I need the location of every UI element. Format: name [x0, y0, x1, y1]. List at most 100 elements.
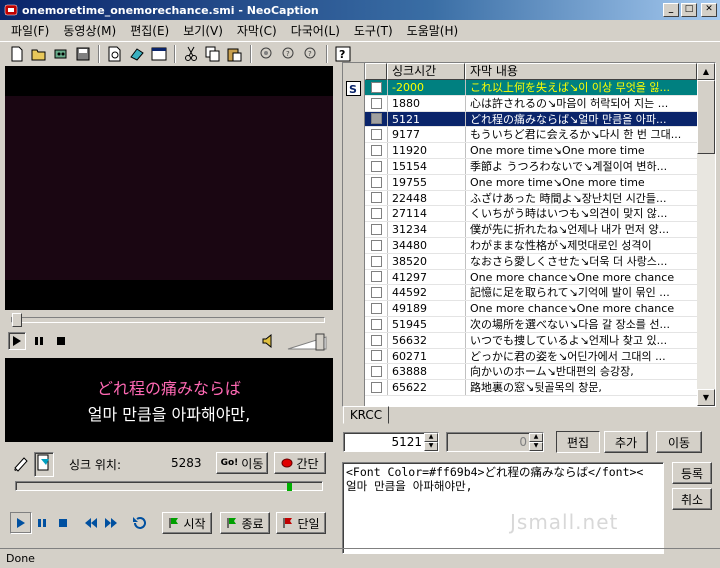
- menu-file[interactable]: 파일(F): [4, 22, 56, 39]
- play-icon[interactable]: [8, 332, 26, 350]
- window-icon[interactable]: [148, 43, 170, 65]
- row-checkbox[interactable]: [370, 255, 382, 267]
- copy-icon[interactable]: [202, 43, 224, 65]
- single-button[interactable]: 단일: [276, 512, 326, 534]
- cut-icon[interactable]: [180, 43, 202, 65]
- scroll-thumb[interactable]: [697, 80, 715, 154]
- move-button[interactable]: 이동: [656, 431, 702, 453]
- menu-tools[interactable]: 도구(T): [347, 22, 400, 39]
- sync-time-spinner[interactable]: ▲ ▼: [424, 433, 438, 451]
- table-row[interactable]: 49189 One more chance↘One more chance: [365, 301, 697, 317]
- volume-slider[interactable]: [286, 333, 330, 351]
- fast-forward-icon[interactable]: [104, 518, 118, 531]
- subtitle-source-editor[interactable]: <Font Color=#ff69b4>どれ程の痛みならば</font>< 얼마…: [342, 462, 664, 554]
- search-prev-icon[interactable]: ?: [300, 43, 322, 65]
- paste-icon[interactable]: [224, 43, 246, 65]
- row-checkbox[interactable]: [370, 287, 382, 299]
- row-checkbox[interactable]: [370, 224, 382, 236]
- table-row[interactable]: 63888 向かいのホーム↘반대편의 승강장,: [365, 364, 697, 381]
- menu-view[interactable]: 보기(V): [176, 22, 230, 39]
- row-checkbox[interactable]: [370, 318, 382, 330]
- row-checkbox[interactable]: [370, 350, 382, 362]
- speaker-icon[interactable]: [262, 333, 276, 351]
- table-row[interactable]: 31234 僕が先に折れたね↘언제나 내가 먼저 양...: [365, 222, 697, 238]
- search-next-icon[interactable]: ?: [278, 43, 300, 65]
- row-checkbox[interactable]: [370, 271, 382, 283]
- close-icon[interactable]: ✕: [701, 3, 717, 17]
- row-checkbox[interactable]: [370, 97, 382, 109]
- header-checkbox-column[interactable]: [365, 63, 387, 80]
- menu-video[interactable]: 동영상(M): [56, 22, 123, 39]
- table-row[interactable]: 27114 くいちがう時はいつも↘의견이 맞지 않...: [365, 206, 697, 223]
- row-checkbox[interactable]: [370, 303, 382, 315]
- vertical-scrollbar[interactable]: ▲ ▼: [697, 63, 715, 406]
- header-subtitle-content[interactable]: 자막 내용: [465, 63, 697, 80]
- pause-icon[interactable]: [36, 518, 48, 531]
- sync-progress-bar[interactable]: [15, 481, 323, 491]
- rewind-icon[interactable]: [84, 518, 98, 531]
- minimize-icon[interactable]: _: [663, 3, 679, 17]
- table-row[interactable]: 1880 心は許されるの↘마음이 허락되어 지는 ...: [365, 95, 697, 112]
- table-row[interactable]: 38520 なおさら愛しくさせた↘더욱 더 사랑스...: [365, 253, 697, 270]
- row-checkbox[interactable]: [370, 334, 382, 346]
- sync-time-input[interactable]: 5121 ▲ ▼: [343, 432, 439, 452]
- tab-language[interactable]: KRCC: [343, 406, 389, 424]
- spin-down-icon[interactable]: ▼: [424, 442, 438, 451]
- table-row[interactable]: 11920 One more time↘One more time: [365, 143, 697, 159]
- row-checkbox[interactable]: [370, 239, 382, 251]
- row-checkbox[interactable]: [370, 208, 382, 220]
- menu-help[interactable]: 도움말(H): [400, 22, 466, 39]
- table-row[interactable]: 19755 One more time↘One more time: [365, 174, 697, 191]
- table-row[interactable]: 41297 One more chance↘One more chance: [365, 269, 697, 286]
- new-file-icon[interactable]: [6, 43, 28, 65]
- table-row[interactable]: 15154 季節よ うつろわないで↘계절이여 변하...: [365, 158, 697, 175]
- video-screen[interactable]: [5, 66, 333, 310]
- go-button[interactable]: Go! 이동: [216, 452, 268, 474]
- menu-edit[interactable]: 편집(E): [123, 22, 176, 39]
- pause-icon[interactable]: [30, 332, 48, 350]
- save-mask-icon[interactable]: [50, 43, 72, 65]
- row-checkbox[interactable]: [370, 382, 382, 394]
- edit-button[interactable]: 편집: [556, 431, 600, 453]
- table-row[interactable]: 9177 もういちど君に会えるか↘다시 한 번 그대...: [365, 127, 697, 144]
- table-row[interactable]: 44592 記憶に足を取られて↘기억에 발이 묶인 ...: [365, 285, 697, 302]
- play-button[interactable]: [10, 512, 32, 534]
- table-row[interactable]: -2000 これ以上何を失えば↘이 이상 무엇을 잃...: [365, 80, 697, 96]
- header-sync-time[interactable]: 싱크시간: [387, 63, 465, 80]
- undo-icon[interactable]: [132, 516, 146, 533]
- eraser-icon[interactable]: [126, 43, 148, 65]
- save-icon[interactable]: [72, 43, 94, 65]
- search-icon[interactable]: [256, 43, 278, 65]
- seek-thumb[interactable]: [12, 313, 22, 327]
- table-row[interactable]: 56632 いつでも捜しているよ↘언제나 찾고 있...: [365, 332, 697, 349]
- open-folder-icon[interactable]: [28, 43, 50, 65]
- table-row[interactable]: 60271 どっかに君の姿を↘어딘가에서 그대의 ...: [365, 348, 697, 365]
- preview-icon[interactable]: [104, 43, 126, 65]
- brush-icon[interactable]: [12, 454, 30, 475]
- table-row[interactable]: 34480 わがままな性格が↘제멋대로인 성격이: [365, 237, 697, 254]
- row-checkbox[interactable]: [370, 176, 382, 188]
- menu-language[interactable]: 다국어(L): [284, 22, 347, 39]
- cancel-button[interactable]: 취소: [672, 488, 712, 510]
- register-button[interactable]: 등록: [672, 462, 712, 484]
- interval-button[interactable]: 간단: [274, 452, 326, 474]
- start-button[interactable]: 시작: [162, 512, 212, 534]
- end-button[interactable]: 종료: [220, 512, 270, 534]
- row-checkbox[interactable]: [370, 129, 382, 141]
- sync-mode-icon[interactable]: [34, 452, 54, 477]
- table-row[interactable]: 51945 次の場所を選べない↘다음 갈 장소를 선...: [365, 316, 697, 333]
- stop-icon[interactable]: [52, 332, 70, 350]
- add-button[interactable]: 추가: [604, 431, 648, 453]
- table-row[interactable]: 65622 路地裏の窓↘뒷골목의 창문,: [365, 380, 697, 396]
- row-checkbox[interactable]: [370, 366, 382, 378]
- row-checkbox[interactable]: [370, 81, 382, 93]
- scroll-down-icon[interactable]: ▼: [697, 389, 715, 406]
- row-checkbox[interactable]: [370, 145, 382, 157]
- menu-caption[interactable]: 자막(C): [230, 22, 284, 39]
- seek-track[interactable]: [11, 317, 325, 323]
- table-row[interactable]: 22448 ふざけあった 時間よ↘장난치던 시간들...: [365, 190, 697, 207]
- table-row[interactable]: 5121 どれ程の痛みならば↘얼마 만큼을 아파...: [365, 111, 697, 128]
- row-checkbox[interactable]: [370, 160, 382, 172]
- row-checkbox[interactable]: [370, 192, 382, 204]
- row-checkbox[interactable]: [370, 113, 382, 125]
